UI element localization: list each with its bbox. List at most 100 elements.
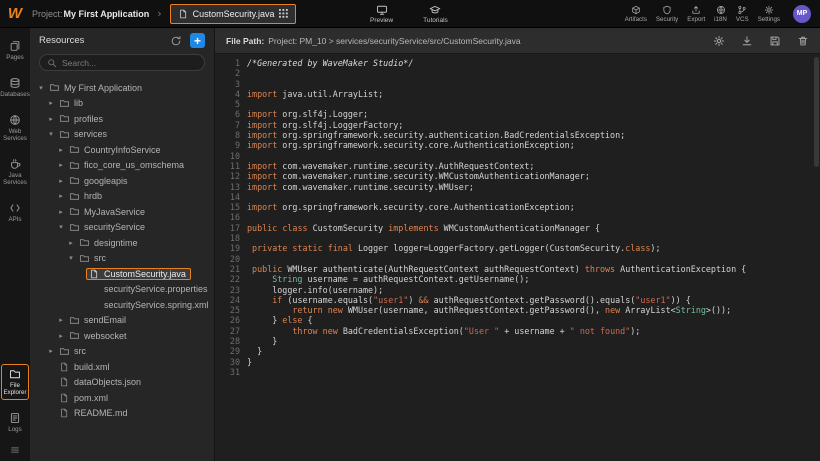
chevron-right-icon[interactable]: ▸ [46,115,56,123]
line-number: 17 [215,223,240,233]
search-icon [47,58,57,68]
tree-item-label: CountryInfoService [82,145,161,155]
refresh-icon[interactable] [170,35,182,47]
i18n-button[interactable]: i18N [714,5,727,23]
line-number: 6 [215,109,240,119]
tutorials-icon [429,4,441,16]
chevron-right-icon[interactable]: ▸ [46,347,56,355]
tree-item-label: lib [72,98,83,108]
code-line: } [247,346,820,356]
line-number: 12 [215,171,240,181]
tree-item-hrdb[interactable]: ▸hrdb [30,189,214,205]
export-label: Export [687,16,705,23]
gear-icon[interactable] [713,35,725,47]
rail-item-logs[interactable]: Logs [1,408,29,437]
trash-icon[interactable] [797,35,809,47]
java-services-icon [9,158,21,170]
tree-item-securityservice-properties[interactable]: securityService.properties [30,282,214,298]
rail-bottom-group: File Explorer Logs [0,364,30,437]
chevron-right-icon[interactable]: ▸ [56,192,66,200]
folder-icon [79,237,92,248]
vcs-label: VCS [736,16,749,23]
project-breadcrumb: Project: My First Application [32,9,149,19]
security-button[interactable]: Security [656,5,678,23]
chevron-right-icon[interactable]: ▸ [56,177,66,185]
tree-item-securityservice-spring-xml[interactable]: securityService.spring.xml [30,297,214,313]
rail-item-databases[interactable]: Databases [1,73,29,102]
settings-label: Settings [758,16,780,23]
tree-item-box: fico_core_us_omschema [66,159,189,172]
tree-item-profiles[interactable]: ▸profiles [30,111,214,127]
chevron-down-icon[interactable]: ▾ [66,254,76,262]
code-line [247,68,820,78]
menu-icon[interactable] [9,444,21,456]
code-editor[interactable]: 1234567891011121314151617181920212223242… [215,54,820,461]
tree-item-websocket[interactable]: ▸websocket [30,328,214,344]
resources-actions: + [170,33,205,48]
tree-item-build-xml[interactable]: build.xml [30,359,214,375]
chevron-right-icon[interactable]: ▸ [66,239,76,247]
search-input[interactable] [62,58,197,68]
tree-item-myjavaservice[interactable]: ▸MyJavaService [30,204,214,220]
chevron-down-icon[interactable]: ▾ [46,130,56,138]
tree-item-readme-md[interactable]: README.md [30,406,214,422]
export-button[interactable]: Export [687,5,705,23]
tree-item-googleapis[interactable]: ▸googleapis [30,173,214,189]
code-line [247,212,820,222]
save-icon[interactable] [769,35,781,47]
chevron-right-icon[interactable]: ▸ [56,208,66,216]
folder-icon [69,160,82,171]
tree-item-dataobjects-json[interactable]: dataObjects.json [30,375,214,391]
chevron-right-icon[interactable]: ▸ [56,161,66,169]
rail-item-file-explorer[interactable]: File Explorer [1,364,29,400]
chevron-down-icon[interactable]: ▾ [56,223,66,231]
file-icon [59,377,72,387]
rail-item-java-services[interactable]: Java Services [1,154,29,190]
tree-item-services[interactable]: ▾services [30,127,214,143]
tree-item-src[interactable]: ▸src [30,344,214,360]
code-line: public WMUser authenticate(AuthRequestCo… [247,264,820,274]
tree-item-fico-core-us-omschema[interactable]: ▸fico_core_us_omschema [30,158,214,174]
tree-item-customsecurity-java[interactable]: CustomSecurity.java [30,266,214,282]
tree-item-securityservice[interactable]: ▾securityService [30,220,214,236]
rail-item-apis[interactable]: APIs [1,198,29,227]
grid-icon[interactable] [279,9,288,18]
tree-item-my-first-application[interactable]: ▾My First Application [30,80,214,96]
editor-scrollbar[interactable] [814,57,819,458]
tree-item-label: src [92,253,106,263]
tree-item-lib[interactable]: ▸ lib [30,96,214,112]
tree-item-src[interactable]: ▾ src [30,251,214,267]
wavemaker-logo-icon[interactable]: W [0,0,30,28]
vcs-button[interactable]: VCS [736,5,749,23]
tab-customsecurity-java[interactable]: CustomSecurity.java [170,4,297,24]
chevron-right-icon[interactable]: ▸ [56,316,66,324]
chevron-right-icon[interactable]: ▸ [56,332,66,340]
preview-button[interactable]: Preview [370,4,393,24]
scrollbar-thumb[interactable] [814,57,819,167]
security-icon [662,5,672,15]
tree-item-designtime[interactable]: ▸designtime [30,235,214,251]
rail-top-group: Pages Databases Web Services Java Services A… [0,36,30,227]
rail-item-label: APIs [8,216,21,223]
tree-item-pom-xml[interactable]: pom.xml [30,390,214,406]
file-path-bar: File Path: Project: PM_10 > services/sec… [215,28,820,54]
chevron-right-icon[interactable]: ▸ [46,99,56,107]
avatar[interactable]: MP [793,5,811,23]
chevron-down-icon[interactable]: ▾ [36,84,46,92]
rail-item-web-services[interactable]: Web Services [1,110,29,146]
tutorials-button[interactable]: Tutorials [423,4,448,24]
code-content: /*Generated by WaveMaker Studio*/ import… [247,58,820,461]
settings-button[interactable]: Settings [758,5,780,23]
tree-item-countryinfoservice[interactable]: ▸ CountryInfoService [30,142,214,158]
rail-item-pages[interactable]: Pages [1,36,29,65]
tree-item-sendemail[interactable]: ▸sendEmail [30,313,214,329]
file-path-value: Project: PM_10 > services/securityServic… [268,36,520,46]
chevron-right-icon[interactable]: ▸ [56,146,66,154]
rail-item-label: Databases [0,91,30,98]
add-resource-button[interactable]: + [190,33,205,48]
download-icon[interactable] [741,35,753,47]
folder-icon [69,191,82,202]
artifacts-button[interactable]: Artifacts [625,5,647,23]
line-number: 5 [215,99,240,109]
line-number: 3 [215,79,240,89]
